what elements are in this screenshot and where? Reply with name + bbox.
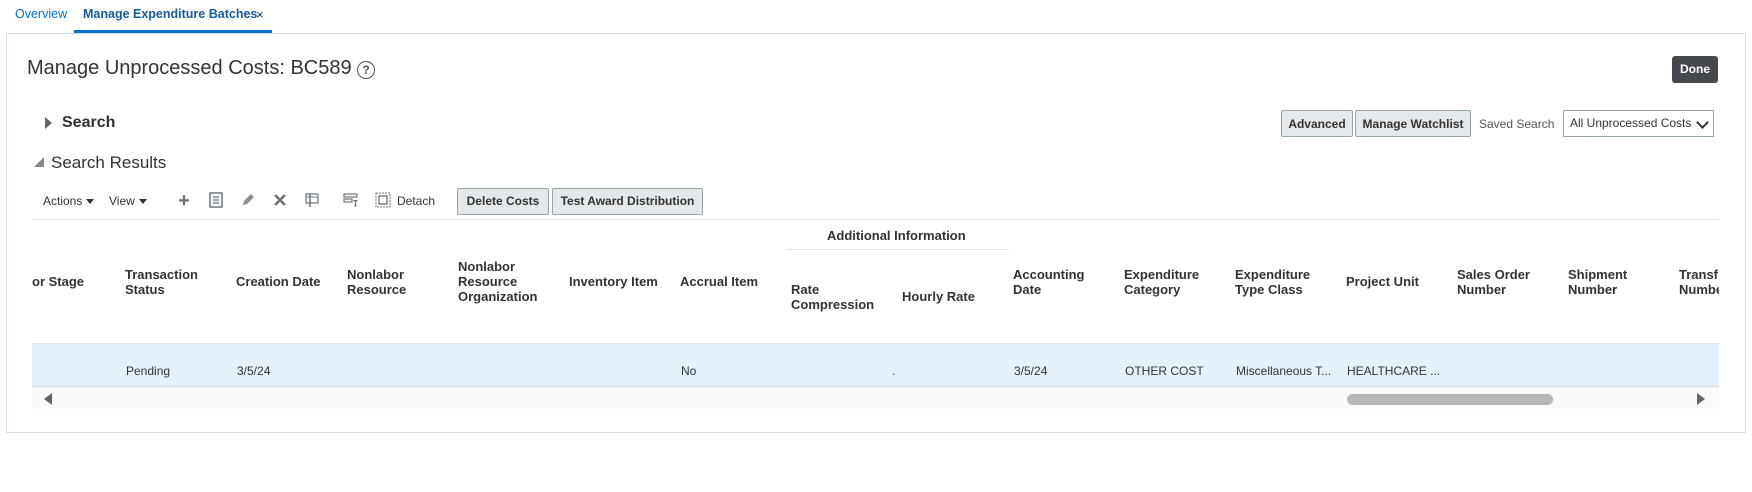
saved-search-label: Saved Search [1479, 117, 1555, 131]
column-header-hourly-rate[interactable]: Hourly Rate [902, 289, 1002, 304]
done-button[interactable]: Done [1672, 56, 1718, 83]
actions-menu[interactable]: Actions [43, 194, 95, 208]
column-header-expenditure-category[interactable]: Expenditure Category [1124, 267, 1214, 297]
results-table: Additional Information or Stage Transact… [32, 219, 1719, 409]
scroll-left-icon[interactable] [44, 393, 52, 405]
expand-search-icon[interactable] [45, 117, 52, 129]
manage-watchlist-button[interactable]: Manage Watchlist [1355, 110, 1471, 137]
close-tab-icon[interactable]: × [256, 7, 264, 22]
collapse-results-icon[interactable] [34, 157, 44, 167]
detach-button[interactable]: Detach [397, 194, 435, 208]
edit-icon[interactable] [239, 192, 257, 210]
cell-creation-date: 3/5/24 [237, 364, 271, 378]
column-header-accrual-item[interactable]: Accrual Item [680, 274, 780, 289]
tab-bar: Overview Manage Expenditure Batches × [0, 0, 1752, 34]
scrollbar-thumb[interactable] [1347, 394, 1553, 405]
caret-down-icon [138, 199, 147, 205]
column-header-expenditure-type-class[interactable]: Expenditure Type Class [1235, 267, 1325, 297]
column-header-rate-compression[interactable]: Rate Compression [791, 282, 881, 312]
saved-search-value: All Unprocessed Costs [1570, 116, 1692, 130]
column-header-or-stage[interactable]: or Stage [32, 274, 92, 289]
actions-menu-label: Actions [43, 194, 83, 208]
group-divider [786, 249, 1009, 250]
column-header-project-unit[interactable]: Project Unit [1346, 274, 1446, 289]
search-results-title[interactable]: Search Results [51, 153, 166, 173]
tab-manage-expenditure-batches[interactable]: Manage Expenditure Batches [83, 7, 257, 21]
table-top-border [32, 219, 1719, 220]
detach-icon[interactable] [374, 192, 392, 210]
column-group-additional-information: Additional Information [827, 228, 966, 243]
view-menu[interactable]: View [109, 194, 147, 208]
freeze-icon[interactable] [303, 192, 321, 210]
column-header-creation-date[interactable]: Creation Date [236, 274, 336, 289]
column-header-sales-order-number[interactable]: Sales Order Number [1457, 267, 1547, 297]
saved-search-select[interactable]: All Unprocessed Costs [1563, 110, 1714, 137]
detach-label: Detach [397, 194, 436, 208]
details-icon[interactable] [207, 192, 225, 210]
help-icon[interactable]: ? [357, 61, 375, 79]
cell-expenditure-category: OTHER COST [1125, 364, 1204, 378]
add-icon[interactable]: + [175, 191, 193, 211]
advanced-button[interactable]: Advanced [1281, 110, 1353, 137]
cell-hourly-rate: . [892, 364, 896, 378]
cell-transaction-status: Pending [126, 364, 171, 378]
search-section-title[interactable]: Search [62, 114, 115, 132]
scroll-right-icon[interactable] [1697, 393, 1705, 405]
cell-accrual-item: No [681, 364, 697, 378]
column-header-accounting-date[interactable]: Accounting Date [1013, 267, 1103, 297]
caret-down-icon [86, 199, 95, 205]
column-header-inventory-item[interactable]: Inventory Item [569, 274, 669, 289]
delete-icon[interactable] [271, 192, 289, 210]
tab-overview[interactable]: Overview [15, 7, 67, 21]
cell-project-unit: HEALTHCARE ... [1347, 364, 1441, 378]
horizontal-scrollbar[interactable] [32, 387, 1719, 409]
table-row[interactable] [32, 344, 1719, 387]
chevron-down-icon [1696, 116, 1709, 129]
delete-costs-button[interactable]: Delete Costs [457, 188, 549, 215]
cell-accounting-date: 3/5/24 [1014, 364, 1048, 378]
query-by-example-icon[interactable] [342, 192, 360, 210]
column-header-shipment-number[interactable]: Shipment Number [1568, 267, 1658, 297]
view-menu-label: View [109, 194, 135, 208]
column-header-nonlabor-resource-organization[interactable]: Nonlabor Resource Organization [458, 259, 548, 304]
column-header-nonlabor-resource[interactable]: Nonlabor Resource [347, 267, 427, 297]
page-title: Manage Unprocessed Costs: BC589 [27, 57, 352, 79]
column-header-transfer-number[interactable]: Transf Numbe [1679, 267, 1719, 297]
test-award-distribution-button[interactable]: Test Award Distribution [552, 188, 703, 215]
cell-expenditure-type-class: Miscellaneous T... [1236, 364, 1332, 378]
column-header-transaction-status[interactable]: Transaction Status [125, 267, 215, 297]
